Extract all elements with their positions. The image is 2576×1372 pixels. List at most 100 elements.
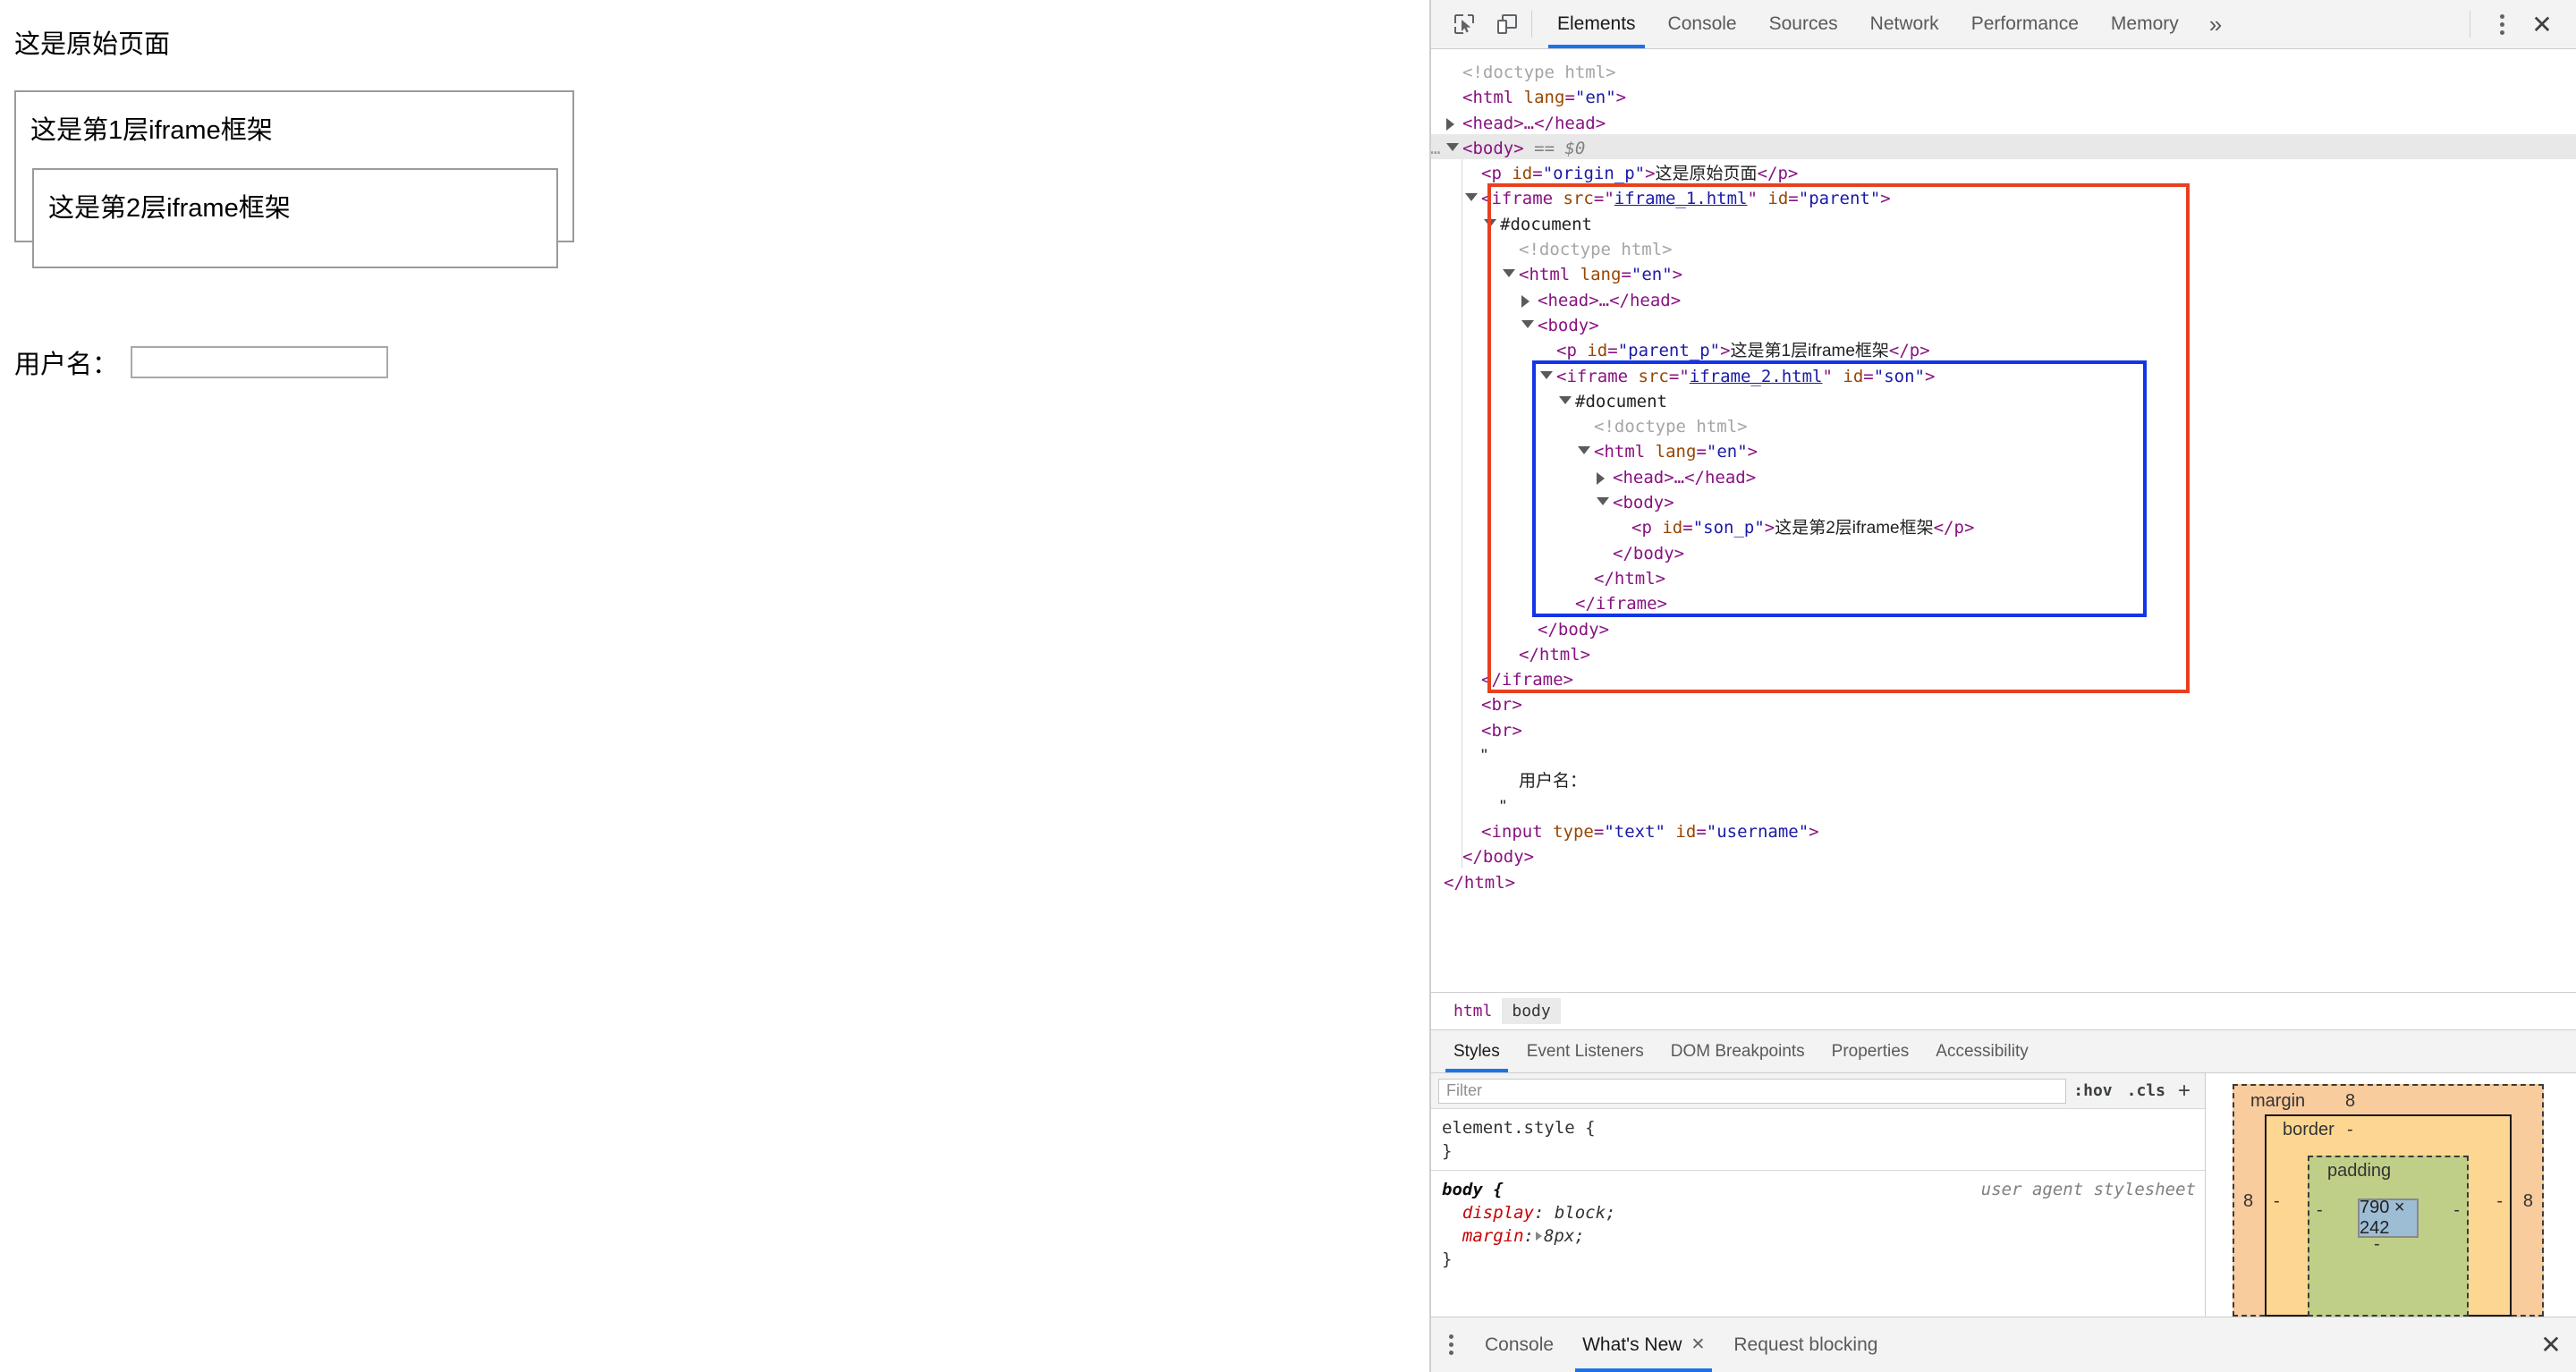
drawer-kebab-menu-icon[interactable] xyxy=(1431,1317,1470,1372)
collapse-triangle-icon[interactable] xyxy=(1484,218,1496,227)
close-icon[interactable]: ✕ xyxy=(2522,6,2562,42)
dom-line[interactable]: <head>…</head> xyxy=(1431,463,2576,488)
tab-dom-breakpoints[interactable]: DOM Breakpoints xyxy=(1657,1030,1818,1072)
tab-memory[interactable]: Memory xyxy=(2095,0,2195,48)
cls-toggle-button[interactable]: .cls xyxy=(2120,1081,2173,1100)
prop-margin-name[interactable]: margin xyxy=(1462,1226,1524,1246)
dom-line[interactable]: #document xyxy=(1431,387,2576,412)
dom-line[interactable]: <body> xyxy=(1431,311,2576,336)
prop-display-value[interactable]: block; xyxy=(1555,1203,1616,1223)
box-model-margin-left[interactable]: 8 xyxy=(2243,1191,2253,1212)
collapse-triangle-icon[interactable] xyxy=(1559,395,1572,404)
dom-line[interactable]: " xyxy=(1431,741,2576,766)
dom-line[interactable]: </html> xyxy=(1431,640,2576,665)
tab-sources[interactable]: Sources xyxy=(1753,0,1854,48)
dom-line[interactable]: </iframe> xyxy=(1431,665,2576,690)
collapse-triangle-icon[interactable] xyxy=(1503,269,1515,278)
dom-tree-panel[interactable]: <!doctype html> <html lang="en"> <head>…</… xyxy=(1431,49,2576,993)
dom-line[interactable]: </body> xyxy=(1431,539,2576,564)
box-model-border-right[interactable]: - xyxy=(2496,1191,2503,1212)
kebab-menu-icon[interactable] xyxy=(2485,7,2519,41)
dom-line[interactable]: </html> xyxy=(1431,564,2576,589)
collapse-triangle-icon[interactable] xyxy=(1540,370,1553,379)
expand-triangle-icon[interactable] xyxy=(1597,471,1605,485)
dom-line[interactable]: 用户名： xyxy=(1431,766,2576,792)
drawer-tab-whats-new[interactable]: What's New ✕ xyxy=(1568,1317,1719,1372)
tab-event-listeners[interactable]: Event Listeners xyxy=(1513,1030,1657,1072)
dom-line[interactable]: " xyxy=(1431,792,2576,817)
new-style-rule-button[interactable]: + xyxy=(2173,1079,2199,1104)
device-toolbar-icon[interactable] xyxy=(1492,9,1522,39)
dom-line[interactable]: … <body> == $0 xyxy=(1431,133,2576,160)
dom-line[interactable]: <!doctype html> xyxy=(1431,58,2576,83)
drawer-tab-request-blocking[interactable]: Request blocking xyxy=(1719,1317,1892,1372)
more-tabs-chevron-icon[interactable]: » xyxy=(2195,0,2236,48)
dom-token-tag: iframe xyxy=(1491,189,1554,209)
dom-line[interactable]: <p id="son_p">这是第2层iframe框架</p> xyxy=(1431,513,2576,538)
dom-line[interactable]: <head>…</head> xyxy=(1431,286,2576,311)
dom-line[interactable]: <html lang="en"> xyxy=(1431,437,2576,462)
dom-token-link[interactable]: iframe_1.html xyxy=(1614,189,1748,208)
collapse-triangle-icon[interactable] xyxy=(1597,497,1609,506)
dom-token-doctype: <!doctype html> xyxy=(1462,63,1616,82)
dom-line[interactable]: <html lang="en"> xyxy=(1431,83,2576,108)
dom-token-punct: > xyxy=(1512,695,1522,716)
prop-margin-value[interactable]: 8px; xyxy=(1544,1226,1585,1246)
box-model-margin-top[interactable]: 8 xyxy=(2345,1091,2355,1112)
tab-styles[interactable]: Styles xyxy=(1440,1030,1513,1072)
hov-toggle-button[interactable]: :hov xyxy=(2066,1081,2119,1100)
tab-network[interactable]: Network xyxy=(1854,0,1955,48)
dom-line[interactable]: </body> xyxy=(1431,843,2576,868)
element-style-rule[interactable]: element.style { } xyxy=(1431,1109,2205,1170)
dom-token-link[interactable]: iframe_2.html xyxy=(1690,367,1823,386)
body-ua-rule[interactable]: user agent stylesheet body { display: blo… xyxy=(1431,1170,2205,1278)
drawer-close-icon[interactable]: ✕ xyxy=(2526,1317,2576,1372)
collapse-triangle-icon[interactable] xyxy=(1578,446,1590,455)
tab-elements[interactable]: Elements xyxy=(1541,0,1652,48)
username-input[interactable] xyxy=(131,345,389,378)
box-model-content-size[interactable]: 790 × 242 xyxy=(2358,1198,2419,1238)
box-model-padding-left[interactable]: - xyxy=(2317,1200,2323,1221)
expand-margin-arrow-icon[interactable] xyxy=(1535,1232,1542,1241)
dom-line[interactable]: <br> xyxy=(1431,716,2576,741)
dom-line[interactable]: <p id="parent_p">这是第1层iframe框架</p> xyxy=(1431,336,2576,361)
dom-line[interactable]: <p id="origin_p">这是原始页面</p> xyxy=(1431,159,2576,184)
dom-token-tag: html xyxy=(1614,568,1656,589)
styles-filter-row: :hov .cls + xyxy=(1431,1073,2205,1109)
dom-line[interactable]: <iframe src="iframe_1.html" id="parent"> xyxy=(1431,184,2576,209)
styles-filter-input[interactable] xyxy=(1438,1078,2067,1104)
drawer-tab-console[interactable]: Console xyxy=(1470,1317,1568,1372)
box-model-border-left[interactable]: - xyxy=(2274,1191,2280,1212)
prop-display-name[interactable]: display xyxy=(1462,1203,1534,1223)
dom-line[interactable]: #document xyxy=(1431,210,2576,235)
box-model-margin-right[interactable]: 8 xyxy=(2523,1191,2533,1212)
dom-line[interactable]: <!doctype html> xyxy=(1431,412,2576,437)
tab-accessibility[interactable]: Accessibility xyxy=(1922,1030,2041,1072)
dom-line[interactable]: <head>…</head> xyxy=(1431,109,2576,134)
inspect-cursor-icon[interactable] xyxy=(1449,9,1479,39)
tab-properties[interactable]: Properties xyxy=(1818,1030,1923,1072)
dom-line[interactable]: <input type="text" id="username"> xyxy=(1431,817,2576,843)
collapse-triangle-icon[interactable] xyxy=(1446,142,1459,151)
expand-triangle-icon[interactable] xyxy=(1446,117,1454,131)
collapse-triangle-icon[interactable] xyxy=(1521,319,1534,328)
breadcrumb-body[interactable]: body xyxy=(1502,998,1561,1024)
drawer-tab-close-icon[interactable]: ✕ xyxy=(1690,1334,1705,1355)
dom-line[interactable]: </html> xyxy=(1431,868,2576,893)
dom-line[interactable]: </body> xyxy=(1431,615,2576,640)
dom-line[interactable]: <!doctype html> xyxy=(1431,235,2576,260)
dom-token-punct: > xyxy=(1657,594,1667,614)
dom-token-punct: < xyxy=(1613,467,1623,487)
expand-triangle-icon[interactable] xyxy=(1521,294,1530,308)
tab-console[interactable]: Console xyxy=(1652,0,1753,48)
collapse-triangle-icon[interactable] xyxy=(1465,193,1478,202)
dom-line[interactable]: <iframe src="iframe_2.html" id="son"> xyxy=(1431,362,2576,387)
dom-line[interactable]: </iframe> xyxy=(1431,589,2576,614)
box-model-border-top[interactable]: - xyxy=(2347,1120,2353,1140)
breadcrumb-html[interactable]: html xyxy=(1444,998,1502,1024)
tab-performance[interactable]: Performance xyxy=(1955,0,2095,48)
dom-line[interactable]: <html lang="en"> xyxy=(1431,260,2576,285)
dom-line[interactable]: <br> xyxy=(1431,690,2576,716)
box-model-padding-right[interactable]: - xyxy=(2453,1200,2460,1221)
dom-line[interactable]: <body> xyxy=(1431,488,2576,513)
